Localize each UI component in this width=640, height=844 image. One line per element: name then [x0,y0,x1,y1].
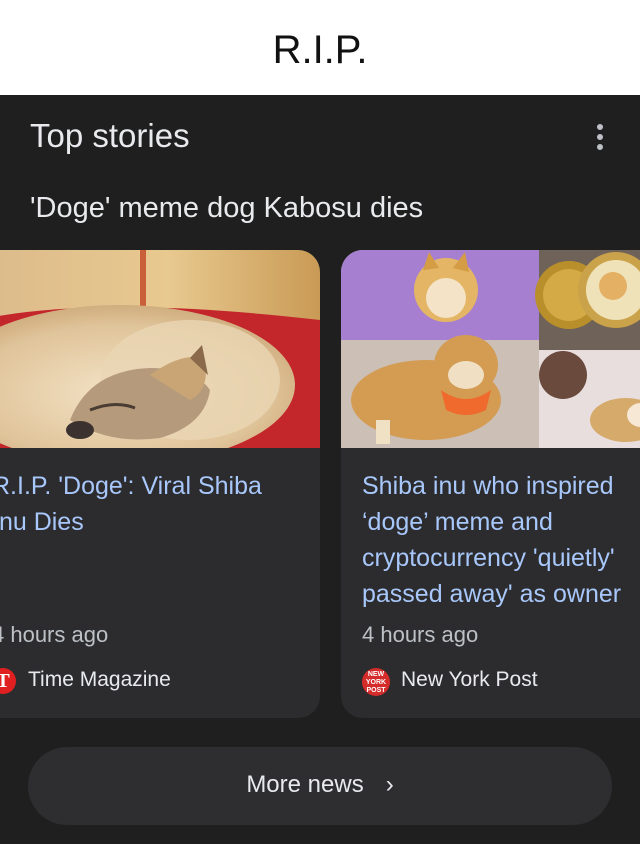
card-title-line: Shiba inu who inspired [362,472,614,500]
card-title-line: R.I.P. 'Doge': Viral Shiba [0,472,262,500]
new-york-post-logo-icon: NEW YORK POST [362,668,390,696]
card-source: New York Post [401,668,538,691]
doge-collage-thumbnail [341,250,640,448]
time-magazine-logo-icon: T [0,668,16,694]
more-news-button[interactable]: More news › [28,747,612,825]
card-title[interactable]: Shiba inu who inspired ‘doge’ meme and c… [362,468,621,612]
card-title-line: Inu Dies [0,508,84,536]
card-title[interactable]: R.I.P. 'Doge': Viral Shiba Inu Dies [0,468,262,540]
chevron-right-icon: › [385,771,394,798]
card-timestamp: 4 hours ago [0,622,109,647]
card-title-line: cryptocurrency 'quietly' [362,544,615,572]
section-title: Top stories [30,117,190,154]
caption-bar: R.I.P. [0,0,640,95]
news-card-nypost[interactable]: Shiba inu who inspired ‘doge’ meme and c… [341,250,640,718]
top-stories-panel: Top stories 'Doge' meme dog Kabosu dies [0,95,640,844]
card-title-line: ‘doge’ meme and [362,508,553,536]
news-card-time[interactable]: R.I.P. 'Doge': Viral Shiba Inu Dies 4 ho… [0,250,320,718]
kabosu-photo-thumbnail [0,250,320,448]
caption-text: R.I.P. [272,28,368,72]
card-title-line: passed away' as owner [362,580,622,608]
card-source: Time Magazine [28,668,171,691]
card-timestamp: 4 hours ago [362,622,479,647]
more-news-label: More news [246,771,364,798]
story-headline[interactable]: 'Doge' meme dog Kabosu dies [30,192,423,225]
more-options-icon[interactable] [590,121,610,155]
